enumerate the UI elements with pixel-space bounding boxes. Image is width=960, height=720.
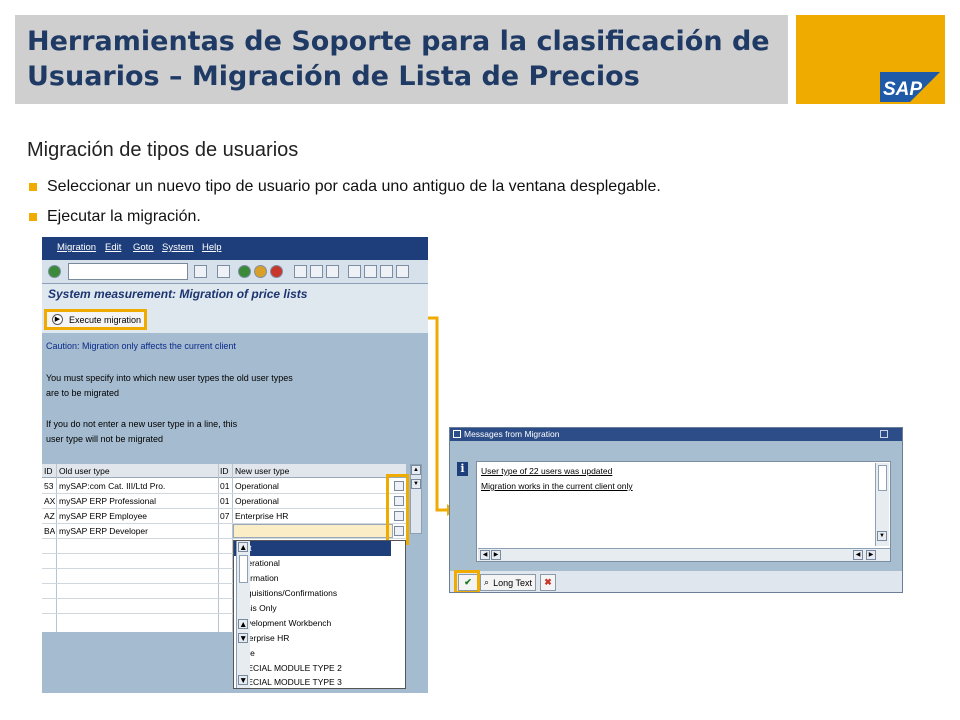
prev-page-icon[interactable] [364,265,377,278]
message-scrollbar[interactable]: ▼ [875,463,889,546]
long-text-button[interactable]: ⌕ Long Text [480,574,536,591]
long-text-label: Long Text [493,577,532,588]
new-type-field[interactable]: Operational [235,496,279,506]
scroll-left-icon[interactable]: ◀ [480,550,490,560]
confirm-highlight [454,570,480,592]
dropdown-option[interactable]: Requisitions/Confirmations [236,588,337,598]
scroll-down-icon[interactable]: ▼ [238,675,248,685]
execute-icon: ▶ [52,314,63,325]
row-id: BA [44,526,56,536]
screen-title: System measurement: Migration of price l… [48,287,308,301]
scroll-down-icon[interactable]: ▼ [411,479,421,489]
row-id: 53 [44,481,54,491]
dropdown-scrollbar[interactable]: ▲ ▲ ▼ ▼ [236,541,250,688]
find-icon[interactable] [310,265,323,278]
save-icon[interactable] [217,265,230,278]
migration-window: Migration Edit Goto System Help System m… [42,237,428,693]
dialog-title: Messages from Migration [450,428,902,441]
dropdown-option-selected[interactable]: Test [234,541,391,556]
message-list: User type of 22 users was updated Migrat… [476,461,891,562]
value-help-highlight [386,474,409,545]
scroll-down-icon[interactable]: ▼ [877,531,887,541]
menu-system[interactable]: System [162,242,194,253]
info-message: user type will not be migrated [46,434,164,444]
row-old-type: mySAP ERP Employee [59,511,148,521]
menu-bar: Migration Edit Goto System Help [42,237,428,260]
scroll-up-icon[interactable]: ▲ [238,619,248,629]
history-icon[interactable] [194,265,207,278]
exit-icon[interactable] [254,265,267,278]
execute-migration-button[interactable]: ▶ Execute migration [44,309,147,330]
cancel-icon[interactable] [270,265,283,278]
row-old-type: mySAP ERP Developer [59,526,148,536]
first-page-icon[interactable] [348,265,361,278]
back-icon[interactable] [238,265,251,278]
table-scrollbar[interactable]: ▲ ▼ [410,464,422,534]
scroll-left-icon[interactable]: ◀ [853,550,863,560]
cancel-button[interactable]: ✖ [540,574,556,591]
scroll-up-icon[interactable]: ▲ [238,542,248,552]
row-id: AX [44,496,56,506]
scroll-right-icon[interactable]: ▶ [866,550,876,560]
message-line[interactable]: Migration works in the current client on… [481,481,633,491]
dropdown-option[interactable]: SPECIAL MODULE TYPE 2 [236,663,342,673]
command-field[interactable] [68,263,188,280]
horizontal-scrollbar[interactable]: ◀ ▶ ◀ ▶ [478,548,890,561]
next-page-icon[interactable] [380,265,393,278]
user-type-dropdown: Test Operational Information Requisition… [233,540,406,689]
new-type-field[interactable]: Enterprise HR [235,511,288,521]
enter-icon[interactable] [48,265,61,278]
scroll-down-icon[interactable]: ▼ [238,633,248,643]
dropdown-option[interactable]: SPECIAL MODULE TYPE 3 [236,677,342,687]
col-header-new-type: New user type [235,466,290,476]
messages-dialog: Messages from Migration i User type of 2… [449,427,903,593]
scroll-thumb[interactable] [878,465,887,491]
execute-label: Execute migration [69,314,142,325]
menu-migration[interactable]: Migration [57,242,96,253]
info-message: You must specify into which new user typ… [46,373,293,383]
row-old-type: mySAP ERP Professional [59,496,157,506]
dropdown-option[interactable]: Development Workbench [236,618,331,628]
row-new-id: 01 [220,496,230,506]
info-icon: i [457,462,468,476]
menu-goto[interactable]: Goto [133,242,154,253]
col-header-id: ID [44,466,53,476]
new-type-field[interactable]: Operational [235,481,279,491]
info-message: If you do not enter a new user type in a… [46,419,238,429]
col-header-old-type: Old user type [59,466,110,476]
close-icon[interactable] [880,430,888,438]
message-line[interactable]: User type of 22 users was updated [481,466,612,476]
menu-edit[interactable]: Edit [105,242,121,253]
menu-help[interactable]: Help [202,242,222,253]
last-page-icon[interactable] [396,265,409,278]
print-icon[interactable] [294,265,307,278]
scroll-thumb[interactable] [239,555,248,583]
row-old-type: mySAP:com Cat. III/Ltd Pro. [59,481,166,491]
new-type-field-active[interactable] [233,524,393,538]
info-message: are to be migrated [46,388,120,398]
col-header-new-id: ID [220,466,229,476]
window-menu-icon[interactable] [453,430,461,438]
find-next-icon[interactable] [326,265,339,278]
standard-toolbar [42,260,428,284]
scroll-right-icon[interactable]: ▶ [491,550,501,560]
row-id: AZ [44,511,55,521]
row-new-id: 07 [220,511,230,521]
caution-message: Caution: Migration only affects the curr… [46,341,236,351]
row-new-id: 01 [220,481,230,491]
scroll-up-icon[interactable]: ▲ [411,465,421,475]
screen-title-bar: System measurement: Migration of price l… [42,284,428,305]
magnifier-icon: ⌕ [484,577,490,587]
